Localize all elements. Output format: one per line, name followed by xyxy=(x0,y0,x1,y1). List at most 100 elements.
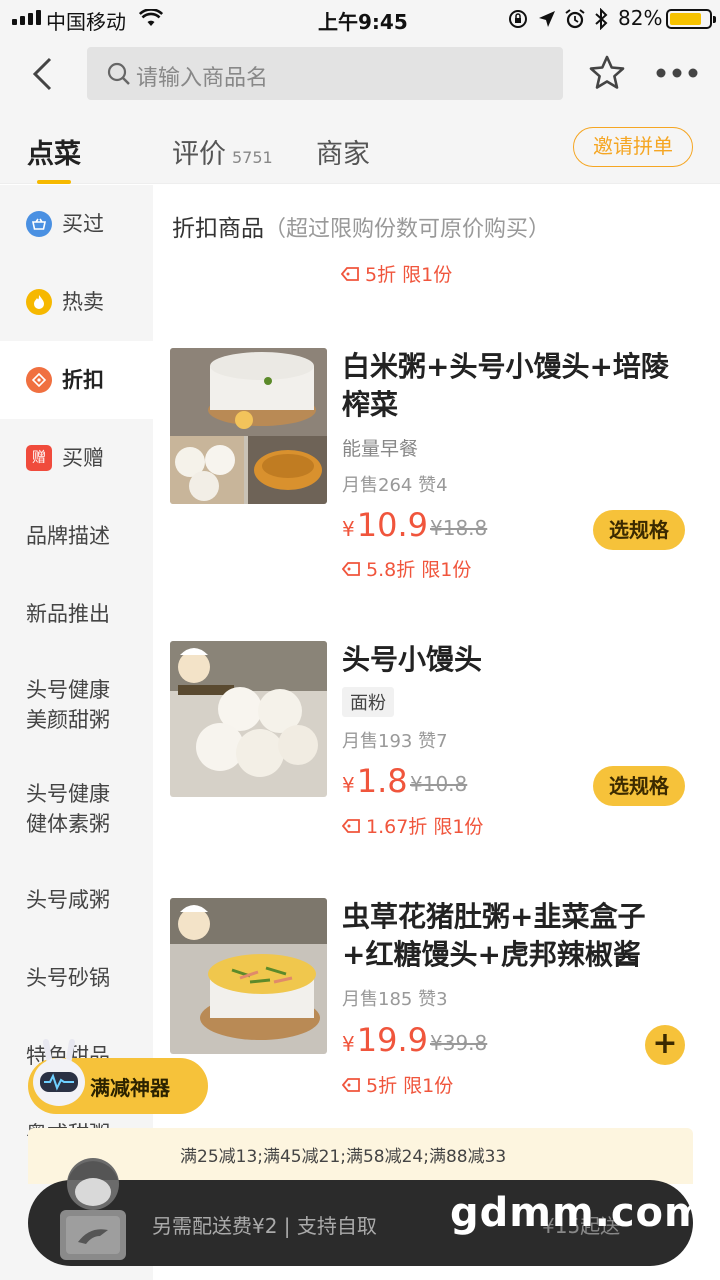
sidebar-item-claypot[interactable]: 头号砂锅 xyxy=(0,939,153,1017)
discount-label: 1.67折 限1份 xyxy=(342,812,483,839)
search-input[interactable]: 请输入商品名 xyxy=(87,47,563,100)
add-to-cart-button[interactable]: + xyxy=(645,1025,685,1065)
sidebar-item-savory-porridge[interactable]: 头号咸粥 xyxy=(0,861,153,939)
product-image-tripe-porridge-set[interactable] xyxy=(170,898,327,1054)
tab-merchant[interactable]: 商家 xyxy=(316,132,370,171)
signal-icon xyxy=(12,10,41,25)
product-name: 虫草花猪肚粥+韭菜盒子+红糖馒头+虎邦辣椒酱 xyxy=(342,900,646,971)
discount-helper-label: 满减神器 xyxy=(90,1076,170,1100)
sidebar-item-label: 新品推出 xyxy=(26,602,110,626)
currency-symbol: ¥ xyxy=(342,1032,355,1056)
top-nav: 请输入商品名 xyxy=(0,38,720,110)
product-sales: 月售264 赞4 xyxy=(342,475,448,496)
discount-tag-icon xyxy=(26,367,52,393)
sidebar-item-label: 热卖 xyxy=(62,290,104,314)
sidebar-item-new[interactable]: 新品推出 xyxy=(0,575,153,653)
tab-reviews-label: 评价 xyxy=(172,139,226,170)
product-name: 头号小馒头 xyxy=(342,643,483,676)
battery-icon xyxy=(666,9,716,29)
discount-tag-icon xyxy=(342,818,360,833)
flame-icon xyxy=(26,289,52,315)
product-sales: 月售185 赞3 xyxy=(342,989,448,1010)
product-name: 白米粥+头号小馒头+培陵榨菜 xyxy=(342,350,669,421)
sidebar-item-bought[interactable]: 买过 xyxy=(0,185,153,263)
discount-label: 5.8折 限1份 xyxy=(342,555,471,582)
basket-icon xyxy=(26,211,52,237)
select-spec-button[interactable]: 选规格 xyxy=(593,510,685,550)
robot-mascot-icon xyxy=(33,1039,85,1106)
discount-rules-text: 满25减13;满45减21;满58减24;满88减33 xyxy=(180,1147,507,1167)
sidebar-item-label: 头号健康 美颜甜粥 xyxy=(26,678,110,732)
status-bar: 中国移动 上午9:45 82% xyxy=(0,0,720,38)
original-price: ¥39.8 xyxy=(430,1031,488,1055)
battery-level xyxy=(670,13,702,25)
battery-percent: 82% xyxy=(618,6,663,30)
discount-label: 5折 限1份 xyxy=(342,1071,453,1098)
carrier-name: 中国移动 xyxy=(46,10,126,34)
product-price: ¥10.9 xyxy=(342,506,428,544)
sidebar-item-beauty-porridge[interactable]: 头号健康 美颜甜粥 xyxy=(0,653,153,757)
discount-text: 1.67折 限1份 xyxy=(366,816,484,838)
menu-content: 折扣商品（超过限购份数可原价购买） 5折 限1份 白米粥+头号小馒头+培陵榨菜 … xyxy=(153,185,720,1280)
product-image-small-buns[interactable] xyxy=(170,641,327,797)
favorite-star-icon[interactable] xyxy=(588,54,626,92)
discount-text: 5.8折 限1份 xyxy=(366,559,472,581)
product-card[interactable]: 白米粥+头号小馒头+培陵榨菜 能量早餐 月售264 赞4 ¥10.9 ¥18.8… xyxy=(170,348,710,581)
price-value: 19.9 xyxy=(356,1021,428,1059)
sidebar-item-label: 头号健康 健体素粥 xyxy=(26,782,110,836)
site-watermark: gdmm.com xyxy=(450,1190,707,1236)
wifi-icon xyxy=(139,9,163,26)
search-placeholder: 请输入商品名 xyxy=(136,66,269,91)
tab-bar: 点菜 评价 5751 商家 邀请拼单 xyxy=(0,110,720,184)
select-spec-button[interactable]: 选规格 xyxy=(593,766,685,806)
sidebar-item-label: 买过 xyxy=(62,212,104,236)
clock: 上午9:45 xyxy=(318,10,408,34)
sidebar-item-brand[interactable]: 品牌描述 xyxy=(0,497,153,575)
product-subtitle: 能量早餐 xyxy=(342,438,419,460)
section-title-text: 折扣商品 xyxy=(172,216,264,242)
currency-symbol: ¥ xyxy=(342,517,355,541)
sidebar-item-gift[interactable]: 赠 买赠 xyxy=(0,419,153,497)
sidebar-item-label: 折扣 xyxy=(62,368,104,392)
product-card[interactable]: 虫草花猪肚粥+韭菜盒子+红糖馒头+虎邦辣椒酱 月售185 赞3 ¥19.9 ¥3… xyxy=(170,898,710,1098)
bluetooth-icon xyxy=(595,8,608,30)
original-price: ¥18.8 xyxy=(430,516,488,540)
sidebar-item-hot[interactable]: 热卖 xyxy=(0,263,153,341)
discount-label: 5折 限1份 xyxy=(341,260,452,287)
discount-tag-icon xyxy=(342,561,360,576)
discount-tag-icon xyxy=(342,1077,360,1092)
price-value: 10.9 xyxy=(356,506,428,544)
discount-helper-button[interactable]: 满减神器 xyxy=(28,1039,208,1114)
product-price: ¥19.9 xyxy=(342,1021,428,1059)
currency-symbol: ¥ xyxy=(342,773,355,797)
more-options-icon[interactable] xyxy=(656,67,698,79)
reviews-count: 5751 xyxy=(232,148,273,167)
rotation-lock-icon xyxy=(509,10,527,28)
search-icon xyxy=(107,62,130,85)
active-tab-indicator xyxy=(37,180,71,184)
product-image-rice-porridge-set[interactable] xyxy=(170,348,327,504)
discount-text: 5折 限1份 xyxy=(365,264,453,286)
discount-tag-icon xyxy=(341,266,359,281)
location-icon xyxy=(539,11,555,27)
product-sales: 月售193 赞7 xyxy=(342,731,448,752)
invite-group-order-button[interactable]: 邀请拼单 xyxy=(573,127,693,167)
sidebar-item-label: 头号砂锅 xyxy=(26,966,110,990)
sidebar-item-veg-porridge[interactable]: 头号健康 健体素粥 xyxy=(0,757,153,861)
tab-reviews[interactable]: 评价 5751 xyxy=(172,132,273,171)
tab-order[interactable]: 点菜 xyxy=(27,132,81,171)
section-title: 折扣商品（超过限购份数可原价购买） xyxy=(172,209,550,243)
alarm-icon xyxy=(565,9,585,29)
shipping-fee-text: 另需配送费¥2 | 支持自取 xyxy=(152,1214,377,1238)
delivery-rider-cart-icon[interactable] xyxy=(50,1150,136,1262)
sidebar-item-label: 品牌描述 xyxy=(26,524,110,548)
gift-icon: 赠 xyxy=(26,445,52,471)
category-sidebar: 买过 热卖 折扣 赠 买赠 品牌描述 新品推出 头号健康 美颜甜粥 头号健康 健… xyxy=(0,185,153,1280)
sidebar-item-discount[interactable]: 折扣 xyxy=(0,341,153,419)
sidebar-item-label: 头号咸粥 xyxy=(26,888,110,912)
product-card[interactable]: 头号小馒头 面粉 月售193 赞7 ¥1.8 ¥10.8 选规格 1.67折 限… xyxy=(170,641,710,841)
section-note: （超过限购份数可原价购买） xyxy=(264,217,551,242)
product-price: ¥1.8 xyxy=(342,762,408,800)
back-arrow-icon[interactable] xyxy=(30,56,54,92)
original-price: ¥10.8 xyxy=(410,772,468,796)
